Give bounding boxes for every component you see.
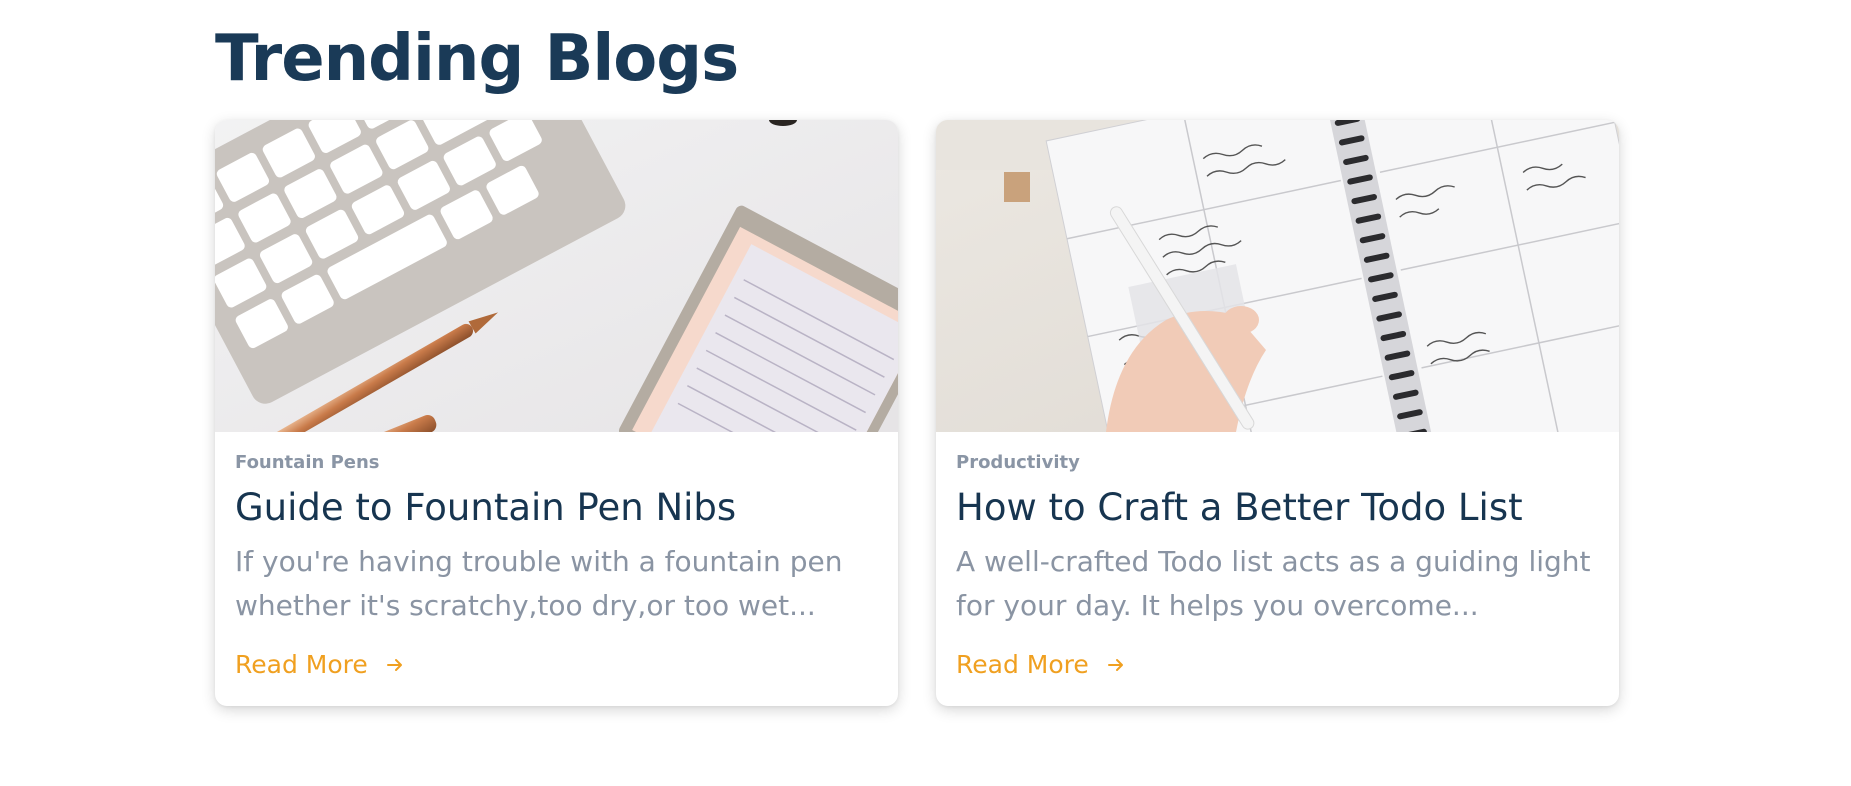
read-more-label: Read More (235, 650, 368, 679)
desk-photo (215, 120, 898, 432)
blog-card[interactable]: Productivity How to Craft a Better Todo … (936, 120, 1619, 706)
section-title: Trending Blogs (215, 22, 739, 96)
blog-title[interactable]: How to Craft a Better Todo List (956, 486, 1523, 529)
read-more-link[interactable]: Read More (956, 650, 1125, 679)
arrow-right-icon (386, 656, 404, 674)
blog-excerpt: A well-crafted Todo list acts as a guidi… (956, 545, 1591, 622)
blog-title[interactable]: Guide to Fountain Pen Nibs (235, 486, 736, 529)
blog-category: Fountain Pens (235, 452, 380, 473)
blog-excerpt: If you're having trouble with a fountain… (235, 545, 843, 622)
read-more-label: Read More (956, 650, 1089, 679)
planner-photo (936, 120, 1619, 432)
blog-card-image[interactable] (936, 120, 1619, 432)
arrow-right-icon (1107, 656, 1125, 674)
blog-card[interactable]: Fountain Pens Guide to Fountain Pen Nibs… (215, 120, 898, 706)
blog-category: Productivity (956, 452, 1080, 473)
blog-card-image[interactable] (215, 120, 898, 432)
read-more-link[interactable]: Read More (235, 650, 404, 679)
